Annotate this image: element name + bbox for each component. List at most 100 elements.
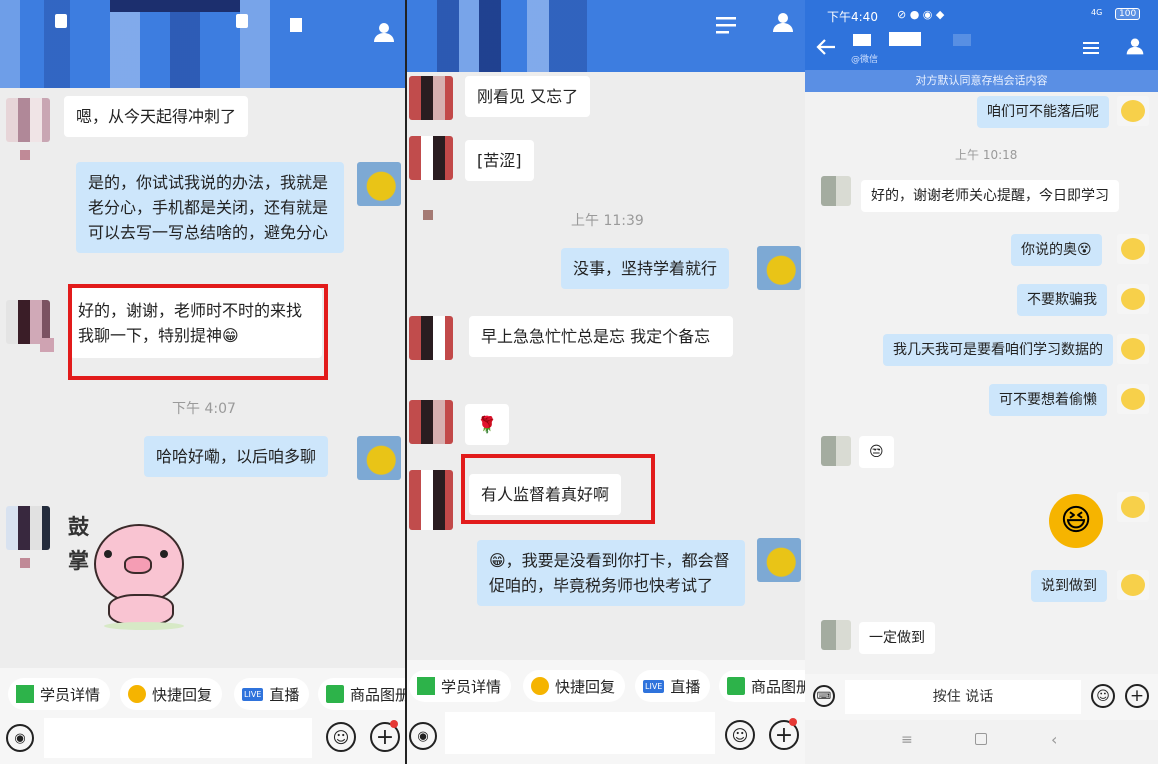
avatar[interactable] xyxy=(757,538,801,582)
message-bubble: 刚看见 又忘了 xyxy=(465,76,591,117)
notification-dot xyxy=(390,720,398,728)
chip-product-album[interactable]: 商品图册 xyxy=(719,670,805,702)
chip-live[interactable]: LIVE 直播 xyxy=(635,670,711,702)
message-text: 一定做到 xyxy=(869,630,925,646)
message-bubble: 你说的奥😵 xyxy=(1011,234,1102,266)
message-input[interactable] xyxy=(44,718,312,758)
pixelated-block xyxy=(20,558,30,568)
pixelated-block xyxy=(889,32,921,46)
pixelated-block xyxy=(953,34,971,46)
person-icon[interactable] xyxy=(1125,36,1145,56)
avatar[interactable] xyxy=(1117,492,1149,522)
avatar[interactable] xyxy=(357,436,401,480)
chat-header xyxy=(0,0,405,88)
pixelated-block xyxy=(55,14,67,28)
status-bar: 下午4:40 ⊘ ● ◉ ◆ 4G 100 xyxy=(805,0,1158,30)
avatar[interactable] xyxy=(357,162,401,206)
message-text: 刚看见 又忘了 xyxy=(477,87,579,106)
input-bar: ◉ ☺ + xyxy=(407,708,805,764)
message-text: 哈哈好嘞，以后咱多聊 xyxy=(156,447,317,466)
message-text: 好的，谢谢老师关心提醒，今日即学习 xyxy=(871,188,1109,204)
chip-label: 快捷回复 xyxy=(152,685,213,704)
message-text: 早上急急忙忙总是忘 我定个备忘 xyxy=(481,327,711,346)
chat-header xyxy=(407,0,805,72)
chat-header: 下午4:40 ⊘ ● ◉ ◆ 4G 100 @微信 对方默认同意存档会话内容 xyxy=(805,0,1158,92)
avatar[interactable] xyxy=(1117,334,1149,364)
avatar[interactable] xyxy=(409,76,453,120)
nav-menu-icon[interactable]: ≡ xyxy=(901,732,913,748)
message-bubble: 哈哈好嘞，以后咱多聊 xyxy=(144,436,329,477)
status-time: 下午4:40 xyxy=(827,10,878,24)
plus-icon[interactable]: + xyxy=(1125,684,1149,708)
notification-dot xyxy=(789,718,797,726)
chip-live[interactable]: LIVE 直播 xyxy=(234,678,310,710)
hold-to-talk-button[interactable]: 按住 说话 xyxy=(845,680,1081,714)
message-text: [苦涩] xyxy=(477,151,522,170)
avatar[interactable] xyxy=(821,620,851,650)
message-text: 咱们可不能落后呢 xyxy=(987,104,1099,120)
timestamp: 上午 11:39 xyxy=(571,213,644,229)
chip-label: 商品图册 xyxy=(350,685,405,704)
pixelated-block xyxy=(110,0,240,12)
avatar[interactable] xyxy=(409,316,453,360)
pixelated-block xyxy=(236,14,248,28)
keyboard-icon[interactable]: ⌨ xyxy=(813,685,835,707)
message-bubble: 一定做到 xyxy=(859,622,935,654)
live-icon: LIVE xyxy=(643,679,665,693)
menu-icon[interactable] xyxy=(713,12,739,38)
chat-panel-2: 刚看见 又忘了 [苦涩] 上午 11:39 没事，坚持学着就行 早上急急忙忙总是… xyxy=(405,0,805,764)
message-bubble: 不要欺骗我 xyxy=(1017,284,1107,316)
avatar[interactable] xyxy=(409,400,453,444)
pixelated-block xyxy=(290,18,302,32)
chat-panel-1: 嗯，从今天起得冲刺了 是的，你试试我说的办法，我就是老分心，手机都是关闭，还有就… xyxy=(0,0,405,764)
avatar[interactable] xyxy=(1117,384,1149,414)
nav-back-icon[interactable]: ‹ xyxy=(1051,730,1057,749)
pixelated-contact-name xyxy=(437,0,587,72)
message-bubble: [苦涩] xyxy=(465,140,534,181)
emoji-icon[interactable]: ☺ xyxy=(326,722,356,752)
back-arrow-icon[interactable] xyxy=(815,36,837,58)
voice-icon[interactable]: ◉ xyxy=(6,724,34,752)
chip-label: 学员详情 xyxy=(441,677,502,696)
avatar[interactable] xyxy=(1117,96,1149,126)
student-icon xyxy=(16,685,34,703)
message-input[interactable] xyxy=(445,712,715,754)
chip-label: 快捷回复 xyxy=(555,677,616,696)
avatar[interactable] xyxy=(757,246,801,290)
avatar[interactable] xyxy=(821,176,851,206)
chip-student-details[interactable]: 学员详情 xyxy=(409,670,512,702)
person-icon[interactable] xyxy=(372,20,396,44)
avatar[interactable] xyxy=(821,436,851,466)
message-text: 说到做到 xyxy=(1041,578,1097,594)
student-icon xyxy=(417,677,435,695)
voice-icon[interactable]: ◉ xyxy=(409,722,437,750)
pixelated-contact-name xyxy=(853,34,871,46)
pig-sticker: 鼓掌 xyxy=(64,506,194,634)
chat-panel-3: 下午4:40 ⊘ ● ◉ ◆ 4G 100 @微信 对方默认同意存档会话内容 咱… xyxy=(805,0,1158,764)
album-icon xyxy=(326,685,344,703)
message-bubble: 😁，我要是没看到你打卡，都会督促咱的，毕竟税务师也快考试了 xyxy=(477,540,745,606)
emoji-icon[interactable]: ☺ xyxy=(1091,684,1115,708)
message-bubble: 😒 xyxy=(859,436,894,468)
chip-product-album[interactable]: 商品图册 xyxy=(318,678,405,710)
avatar[interactable] xyxy=(409,136,453,180)
avatar[interactable] xyxy=(1117,234,1149,264)
message-text: 😁，我要是没看到你打卡，都会督促咱的，毕竟税务师也快考试了 xyxy=(489,551,730,595)
message-text: 可不要想着偷懒 xyxy=(999,392,1097,408)
message-text: 是的，你试试我说的办法，我就是老分心，手机都是关闭，还有就是可以去写一写总结啥的… xyxy=(88,173,329,242)
chip-quick-reply[interactable]: 快捷回复 xyxy=(523,670,626,702)
emoji-icon[interactable]: ☺ xyxy=(725,720,755,750)
avatar[interactable] xyxy=(6,98,50,142)
person-icon[interactable] xyxy=(771,10,795,34)
avatar[interactable] xyxy=(1117,570,1149,600)
avatar[interactable] xyxy=(409,470,453,530)
chip-student-details[interactable]: 学员详情 xyxy=(8,678,111,710)
contact-subtitle: @微信 xyxy=(851,55,879,65)
avatar[interactable] xyxy=(1117,284,1149,314)
avatar[interactable] xyxy=(6,506,50,550)
nav-home-icon[interactable] xyxy=(975,733,987,745)
menu-icon[interactable] xyxy=(1081,38,1101,58)
message-bubble: 说到做到 xyxy=(1031,570,1107,602)
chip-quick-reply[interactable]: 快捷回复 xyxy=(120,678,223,710)
input-bar: ◉ ☺ + xyxy=(0,714,405,764)
